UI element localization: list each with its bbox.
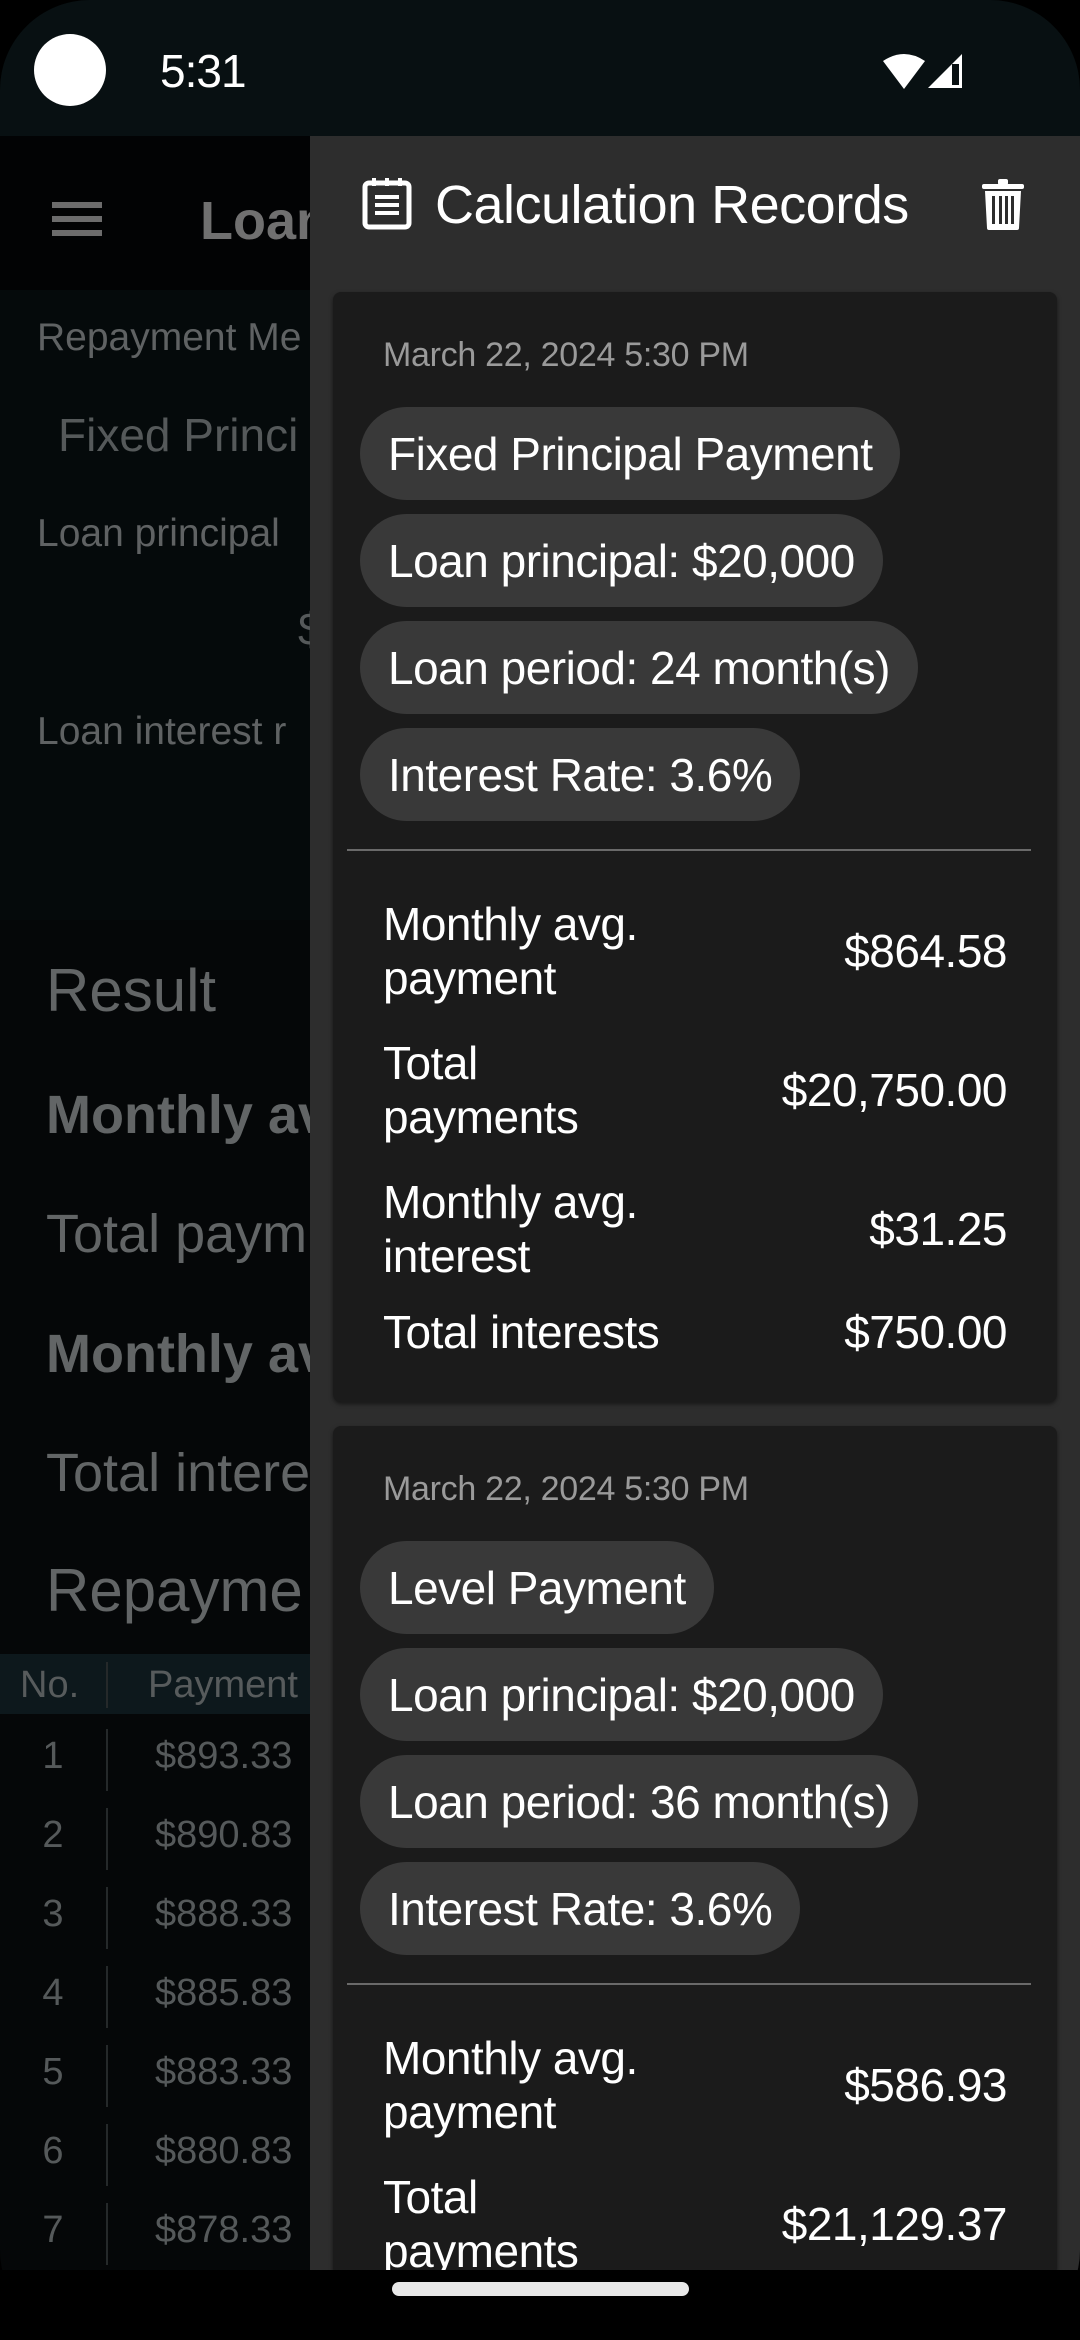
- chip-loan-period: Loan period: 24 month(s): [360, 621, 918, 714]
- row-payment: $888.33: [155, 1893, 293, 1935]
- camera-cutout: [34, 34, 106, 106]
- record-date: March 22, 2024 5:30 PM: [383, 1470, 749, 1508]
- repayment-method-label: Repayment Me: [37, 316, 302, 359]
- summary-row: Monthly avg. interest $31.25: [383, 1175, 1007, 1283]
- drawer-title: Calculation Records: [435, 175, 909, 235]
- row-number: 4: [42, 1972, 64, 2014]
- result-heading: Result: [46, 957, 217, 1024]
- column-separator: [106, 2203, 108, 2265]
- row-payment: $880.83: [155, 2130, 293, 2172]
- column-header-payment: Payment: [148, 1664, 298, 1706]
- navigation-bar: [0, 2270, 1080, 2340]
- result-monthly-avg-payment: Monthly av: [46, 1085, 329, 1145]
- loan-interest-label: Loan interest r: [37, 710, 287, 753]
- summary-label: Monthly avg. payment: [383, 2032, 638, 2138]
- row-payment: $883.33: [155, 2051, 293, 2093]
- chip-loan-principal: Loan principal: $20,000: [360, 1648, 883, 1741]
- column-separator: [106, 1887, 108, 1949]
- loan-principal-label: Loan principal: [37, 512, 280, 555]
- summary-value: $750.00: [844, 1306, 1007, 1358]
- summary-value: $20,750.00: [781, 1064, 1008, 1116]
- summary-value: $31.25: [869, 1203, 1007, 1255]
- record-card[interactable]: March 22, 2024 5:30 PM Level Payment Loa…: [333, 1426, 1057, 2271]
- row-payment: $885.83: [155, 1972, 293, 2014]
- trash-icon[interactable]: [982, 178, 1024, 230]
- column-separator: [106, 2124, 108, 2186]
- column-header-no: No.: [20, 1664, 80, 1706]
- summary-label: Total payments: [383, 2171, 579, 2271]
- row-number: 7: [42, 2209, 64, 2251]
- column-separator: [106, 1966, 108, 2028]
- home-gesture-bar[interactable]: [392, 2282, 689, 2296]
- summary-value: $586.93: [844, 2059, 1007, 2111]
- summary-label: Monthly avg. payment: [383, 898, 638, 1004]
- column-separator: [106, 1729, 108, 1791]
- summary-value: $864.58: [844, 925, 1007, 977]
- summary-row: Monthly avg. payment $864.58: [383, 897, 1007, 1005]
- menu-icon[interactable]: [52, 202, 102, 236]
- phone-screen: 5:31 Loan Repayment Me Fixed Princi Loan…: [0, 0, 1080, 2340]
- chip-interest-rate: Interest Rate: 3.6%: [360, 1862, 801, 1955]
- summary-row: Monthly avg. payment $586.93: [383, 2031, 1007, 2139]
- column-separator: [106, 1662, 108, 1708]
- wifi-icon: [883, 54, 925, 89]
- summary-row: Total interests $750.00: [383, 1302, 1007, 1362]
- status-time: 5:31: [160, 45, 247, 97]
- result-total-interests: Total intere: [46, 1443, 311, 1503]
- card-divider: [347, 849, 1031, 851]
- row-number: 1: [42, 1735, 64, 1777]
- record-card[interactable]: March 22, 2024 5:30 PM Fixed Principal P…: [333, 292, 1057, 1402]
- summary-label: Monthly avg. interest: [383, 1176, 638, 1282]
- row-number: 2: [42, 1814, 64, 1856]
- column-separator: [106, 1808, 108, 1870]
- card-divider: [347, 1983, 1031, 1985]
- summary-row: Total payments $21,129.37: [383, 2170, 1008, 2271]
- result-monthly-avg-interest: Monthly av: [46, 1324, 329, 1384]
- row-payment: $878.33: [155, 2209, 293, 2251]
- chip-repayment-method: Level Payment: [360, 1541, 714, 1634]
- column-separator: [106, 2045, 108, 2107]
- summary-value: $21,129.37: [781, 2198, 1008, 2250]
- chip-interest-rate: Interest Rate: 3.6%: [360, 728, 801, 821]
- summary-label: Total interests: [383, 1306, 660, 1358]
- result-total-payments: Total paym: [46, 1204, 308, 1264]
- status-bar: 5:31: [0, 0, 1080, 136]
- summary-label: Total payments: [383, 1037, 579, 1143]
- row-number: 3: [42, 1893, 64, 1935]
- calculation-records-drawer: Calculation Records March 22, 2024 5:30 …: [310, 136, 1080, 2271]
- loan-interest-input[interactable]: [58, 790, 308, 870]
- chip-repayment-method: Fixed Principal Payment: [360, 407, 901, 500]
- drawer-header: Calculation Records: [310, 136, 1080, 286]
- repayment-method-select[interactable]: Fixed Princi: [58, 408, 298, 462]
- repayment-schedule-heading: Repayme: [46, 1557, 303, 1624]
- row-payment: $890.83: [155, 1814, 293, 1856]
- row-number: 5: [42, 2051, 64, 2093]
- row-payment: $893.33: [155, 1735, 293, 1777]
- clipboard-icon: [362, 178, 412, 230]
- record-date: March 22, 2024 5:30 PM: [383, 336, 749, 374]
- chip-loan-period: Loan period: 36 month(s): [360, 1755, 918, 1848]
- row-number: 6: [42, 2130, 64, 2172]
- chip-loan-principal: Loan principal: $20,000: [360, 514, 883, 607]
- signal-icon: [928, 54, 962, 88]
- summary-row: Total payments $20,750.00: [383, 1036, 1008, 1144]
